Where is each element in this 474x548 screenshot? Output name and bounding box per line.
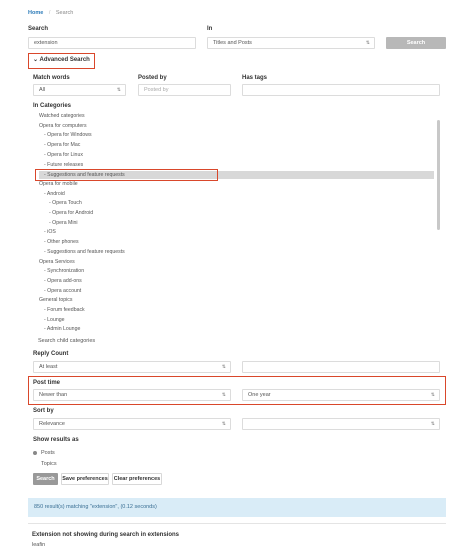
results-summary-banner: 850 result(s) matching "extension", (0.1… (28, 498, 446, 517)
post-time-period-select[interactable]: One year (242, 389, 440, 401)
posted-by-label: Posted by (138, 75, 167, 81)
category-item[interactable]: - Opera for Windows (44, 132, 92, 138)
breadcrumb-separator: / (48, 10, 51, 16)
match-words-label: Match words (33, 75, 70, 81)
save-preferences-button[interactable]: Save preferences (61, 473, 109, 485)
radio-topics-label: Topics (41, 461, 57, 467)
category-item[interactable]: General topics (39, 297, 72, 303)
search-submit-button[interactable]: Search (33, 473, 58, 485)
category-item[interactable]: - Opera for Mac (44, 142, 80, 148)
radio-posts-label: Posts (41, 450, 55, 456)
category-item[interactable]: - Forum feedback (44, 307, 85, 313)
results-divider (28, 523, 446, 524)
breadcrumb-current: Search (55, 10, 74, 16)
category-item[interactable]: - Future releases (44, 162, 83, 168)
category-item[interactable]: Opera for computers (39, 123, 87, 129)
radio-selected-icon (33, 450, 37, 455)
category-item[interactable]: - Other phones (44, 239, 79, 245)
category-item[interactable]: - Synchronization (44, 268, 84, 274)
category-item[interactable]: - Opera add-ons (44, 278, 82, 284)
in-label: In (207, 26, 213, 32)
breadcrumb: Home / Search (28, 10, 73, 16)
category-item[interactable]: Opera Services (39, 259, 75, 265)
category-item[interactable]: - Admin Lounge (44, 326, 80, 332)
category-item[interactable]: - Opera for Android (49, 210, 93, 216)
category-item[interactable]: - Opera Touch (49, 200, 82, 206)
selected-category-highlight (35, 169, 218, 181)
post-time-label: Post time (33, 380, 61, 386)
radio-posts[interactable]: Posts (33, 450, 55, 456)
category-item[interactable]: Opera for mobile (39, 181, 78, 187)
categories-list[interactable]: Watched categories Opera for computers - O… (33, 112, 440, 339)
category-item[interactable]: - Opera account (44, 288, 81, 294)
categories-scrollbar[interactable] (437, 120, 440, 230)
clear-preferences-button[interactable]: Clear preferences (112, 473, 162, 485)
result-title-link[interactable]: Extension not showing during search in e… (32, 532, 179, 538)
category-item[interactable]: - Opera Mini (49, 220, 78, 226)
radio-topics[interactable]: Topics (41, 461, 57, 467)
sort-by-label: Sort by (33, 408, 54, 414)
has-tags-label: Has tags (242, 75, 268, 81)
search-label: Search (28, 26, 49, 32)
in-categories-label: In Categories (33, 103, 72, 109)
search-input[interactable]: extension (28, 37, 196, 49)
category-item[interactable]: - Android (44, 191, 65, 197)
category-item[interactable]: Watched categories (39, 113, 85, 119)
reply-count-label: Reply Count (33, 351, 69, 357)
reply-count-input[interactable] (242, 361, 440, 373)
advanced-search-label: Advanced Search (39, 57, 90, 63)
category-item[interactable]: - iOS (44, 229, 56, 235)
match-words-select[interactable]: All (33, 84, 126, 96)
category-item[interactable]: - Opera for Linux (44, 152, 83, 158)
show-results-label: Show results as (33, 437, 79, 443)
sort-by-select[interactable]: Relevance (33, 418, 231, 430)
search-child-categories-label[interactable]: Search child categories (38, 338, 95, 344)
sort-direction-select[interactable] (242, 418, 440, 430)
category-item[interactable]: - Suggestions and feature requests (44, 249, 125, 255)
category-item[interactable]: - Lounge (44, 317, 64, 323)
search-button[interactable]: Search (386, 37, 446, 49)
has-tags-input[interactable] (242, 84, 440, 96)
reply-count-select[interactable]: At least (33, 361, 231, 373)
advanced-search-toggle[interactable]: ⌄ Advanced Search (28, 53, 95, 69)
result-author[interactable]: leafin (32, 542, 45, 548)
in-select[interactable]: Titles and Posts (207, 37, 375, 49)
posted-by-input[interactable]: Posted by (138, 84, 231, 96)
breadcrumb-home[interactable]: Home (28, 10, 43, 16)
post-time-select[interactable]: Newer than (33, 389, 231, 401)
